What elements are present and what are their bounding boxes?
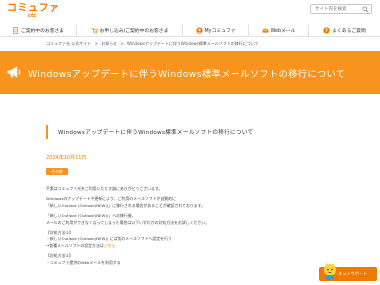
article-date: 2024年10月11日 [46,155,87,161]
article-heading-box: Windowsアップデートに伴うWindows標準メールソフトの移行について [46,125,338,139]
nav-item-application[interactable]: お申し込み/ご契約中のお客さま [76,23,182,37]
breadcrumb-separator: > [120,41,124,46]
breadcrumb-current: Windowsアップデートに伴うWindows標準メールソフトの移行について [127,41,259,46]
article-text-line: ・コミュファ提供のWebメールを利用する [46,259,121,265]
breadcrumb-news-link[interactable]: お知らせ [101,41,117,46]
article-body: 平素はコミュファ光をご利用いただき誠にありがとうございます。 Windowsのア… [46,186,306,266]
breadcrumb-home-link[interactable]: コミュファ光 公式サイト [46,41,91,46]
nav-item-webmail[interactable]: Webメール [248,23,308,37]
site-header: コミュファ ctc [0,0,380,24]
nav-item-label: よくあるご質問 [332,28,366,34]
breadcrumb: コミュファ光 公式サイト > お知らせ > Windowsアップデートに伴うWi… [46,41,261,47]
support-label: ネットサポート [338,271,368,276]
page-title: Windowsアップデートに伴うWindows標準メールソフトの移行について [28,69,346,80]
article-title: Windowsアップデートに伴うWindows標準メールソフトの移行について [58,130,254,136]
search-icon[interactable] [362,6,369,13]
cart-icon [91,27,98,34]
nav-item-contract-customers[interactable]: ご契約中のお客さま [0,24,76,37]
breadcrumb-separator: > [94,41,98,46]
page-banner: Windowsアップデートに伴うWindows標準メールソフトの移行について [0,51,380,94]
settings-link[interactable]: こちら [104,243,116,248]
question-icon: ? [323,26,330,34]
article-text-line: メールのご利用ができなくなってしまった場合は以下いずれかの対処方法をお試しくださ… [46,219,210,225]
article-text-line: 平素はコミュファ光をご利用いただき誠にありがとうございます。 [46,186,163,191]
site-search [310,4,372,14]
mascot-icon [324,263,336,280]
nav-item-label: Webメール [270,28,296,34]
category-badge: その他 [46,168,68,175]
article-text-line: 「新しいOutlook (Outlook(NEW))」に移行される場合があること… [46,202,206,208]
document-icon [12,26,18,34]
logo-sub-text: ctc [28,13,37,19]
nav-item-label: お申し込み/ご契約中のお客さま [99,28,169,34]
article-text-segment: →各種メールソフトの設定方法は [46,242,104,248]
megaphone-icon [7,66,21,78]
svg-text:?: ? [325,28,328,34]
search-input[interactable] [311,5,361,13]
nav-item-my-commufa[interactable]: Myコミュファ [182,23,248,37]
net-support-button[interactable]: ネットサポート [319,263,377,281]
nav-item-label: ご契約中のお客さま [20,28,65,34]
mail-icon [262,28,269,33]
nav-item-label: Myコミュファ [204,28,236,34]
commufa-logo[interactable]: コミュファ ctc [7,3,60,19]
article-text-line: →各種メールソフトの設定方法はこちら [46,243,306,249]
global-nav: ご契約中のお客さま お申し込み/ご契約中のお客さま Myコミュファ Webメール… [0,23,380,37]
nav-item-faq[interactable]: ? よくあるご質問 [308,23,380,37]
user-circle-icon [195,26,203,34]
